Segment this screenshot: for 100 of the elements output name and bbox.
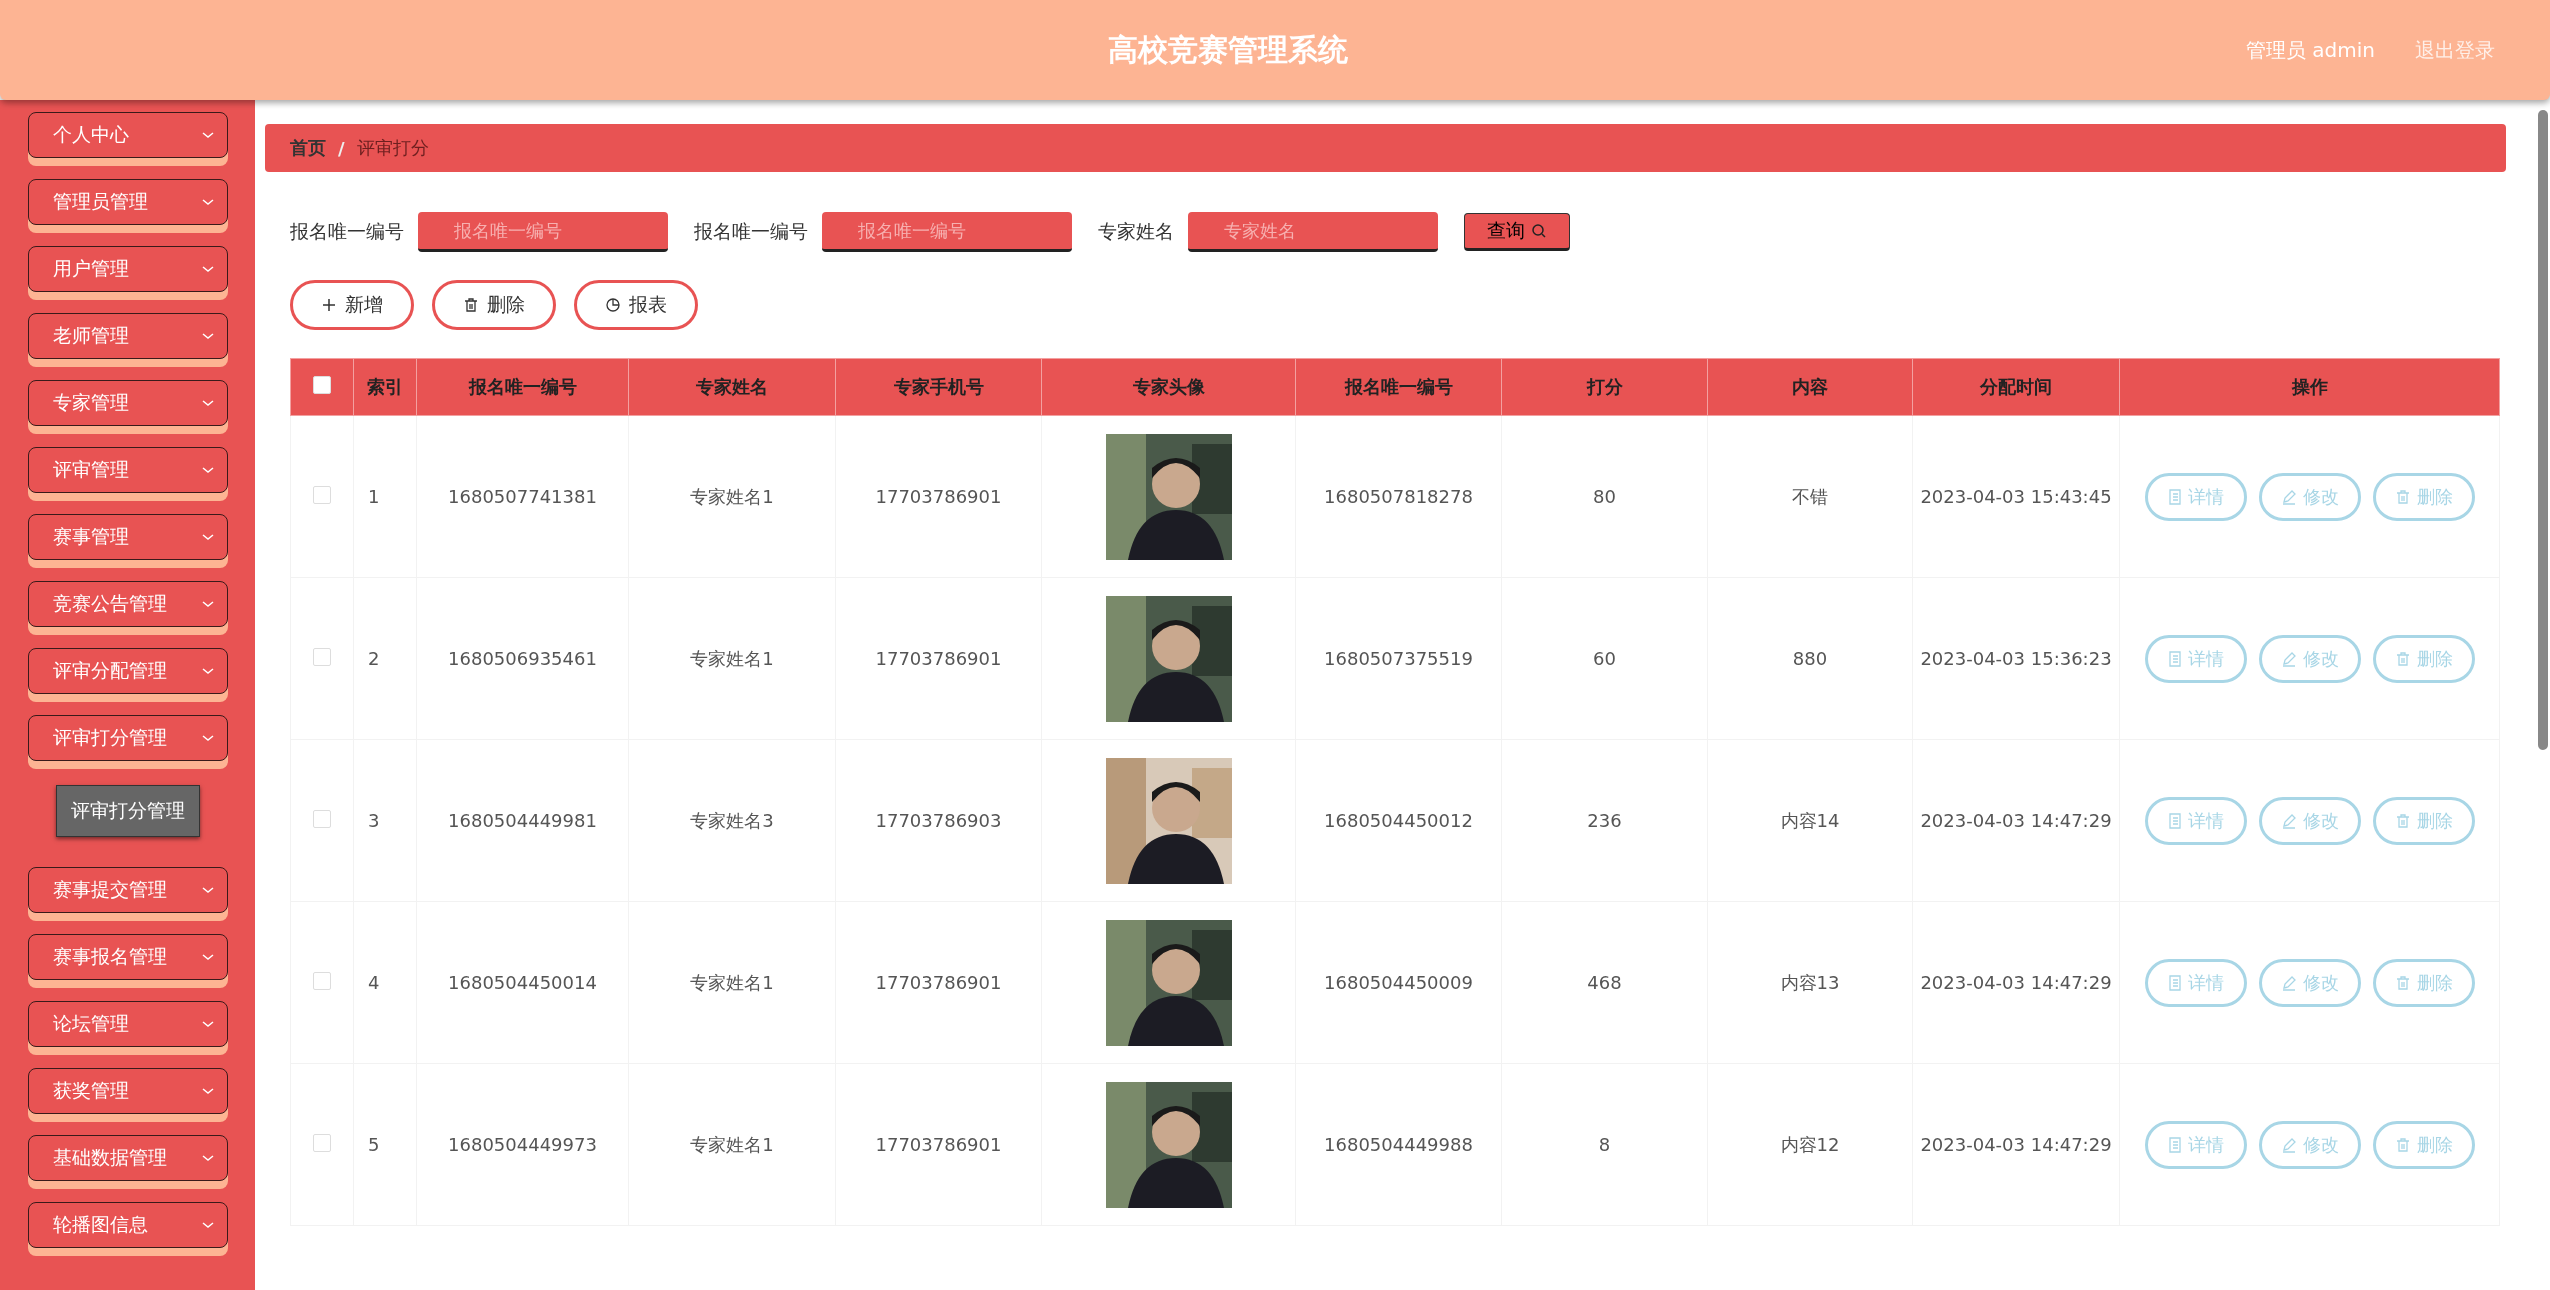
pencil-icon <box>2280 812 2297 829</box>
breadcrumb-current: 评审打分 <box>356 136 429 160</box>
table-cell: 2023-04-03 15:43:45 <box>1912 415 2120 578</box>
trash-icon <box>2394 1136 2411 1153</box>
table-cell: 2023-04-03 15:36:23 <box>1912 577 2120 740</box>
chevron-down-icon <box>200 398 215 408</box>
chevron-down-icon <box>200 331 215 341</box>
chevron-down-icon <box>200 1086 215 1096</box>
search-field[interactable]: 专家姓名 <box>1188 212 1438 252</box>
column-header: 内容 <box>1707 358 1913 416</box>
row-checkbox[interactable] <box>313 1133 331 1152</box>
select-all-checkbox[interactable] <box>313 376 331 394</box>
table-cell: 5 <box>353 1063 417 1226</box>
trash-icon <box>2394 488 2411 505</box>
table-cell: 1680507818278 <box>1295 415 1502 578</box>
breadcrumb-separator: / <box>338 137 345 159</box>
trash-icon <box>463 297 479 313</box>
table-cell: 80 <box>1501 415 1708 578</box>
search-field[interactable]: 报名唯一编号 <box>822 212 1072 252</box>
table-cell: 专家姓名1 <box>628 577 836 740</box>
document-icon <box>2167 1136 2182 1153</box>
add-button[interactable]: 新增 <box>290 280 414 330</box>
row-checkbox[interactable] <box>313 647 331 666</box>
table-cell: 专家姓名1 <box>628 1063 836 1226</box>
scrollbar-thumb[interactable] <box>2538 110 2548 750</box>
trash-icon <box>2394 650 2411 667</box>
table-cell: 1680504450012 <box>1295 739 1502 902</box>
chevron-down-icon <box>200 1153 215 1163</box>
report-button[interactable]: 报表 <box>574 280 698 330</box>
row-checkbox[interactable] <box>313 971 331 990</box>
chevron-down-icon <box>200 264 215 274</box>
table-cell: 2 <box>353 577 417 740</box>
row-checkbox[interactable] <box>313 485 331 504</box>
pie-chart-icon <box>605 297 621 313</box>
column-header: 专家头像 <box>1041 358 1296 416</box>
table-cell: 468 <box>1501 901 1708 1064</box>
column-header: 报名唯一编号 <box>416 358 629 416</box>
pencil-icon <box>2280 974 2297 991</box>
column-header: 打分 <box>1501 358 1708 416</box>
table-cell: 2023-04-03 14:47:29 <box>1912 1063 2120 1226</box>
table-cell: 专家姓名1 <box>628 415 836 578</box>
table-cell: 17703786901 <box>835 577 1042 740</box>
document-icon <box>2167 650 2182 667</box>
search-icon <box>1531 223 1547 239</box>
table-cell: 880 <box>1707 577 1913 740</box>
table-cell: 专家姓名1 <box>628 901 836 1064</box>
table-cell: 17703786901 <box>835 1063 1042 1226</box>
chevron-down-icon <box>200 666 215 676</box>
table-cell: 17703786901 <box>835 415 1042 578</box>
chevron-down-icon <box>200 952 215 962</box>
table-cell: 1680504450014 <box>416 901 629 1064</box>
chevron-down-icon <box>200 1019 215 1029</box>
table-cell: 2023-04-03 14:47:29 <box>1912 739 2120 902</box>
table-cell: 不错 <box>1707 415 1913 578</box>
pencil-icon <box>2280 650 2297 667</box>
table-cell: 1680504449981 <box>416 739 629 902</box>
trash-icon <box>2394 812 2411 829</box>
table-cell: 17703786901 <box>835 901 1042 1064</box>
table-cell: 1680504449973 <box>416 1063 629 1226</box>
field-label: 报名唯一编号 <box>694 219 808 244</box>
chevron-down-icon <box>200 197 215 207</box>
search-field[interactable]: 报名唯一编号 <box>418 212 668 252</box>
table-cell: 236 <box>1501 739 1708 902</box>
pencil-icon <box>2280 1136 2297 1153</box>
column-header: 索引 <box>353 358 417 416</box>
table-cell: 专家姓名3 <box>628 739 836 902</box>
table-cell: 4 <box>353 901 417 1064</box>
delete-button[interactable]: 删除 <box>432 280 556 330</box>
table-cell: 1680504450009 <box>1295 901 1502 1064</box>
table-cell: 17703786903 <box>835 739 1042 902</box>
column-header: 专家手机号 <box>835 358 1042 416</box>
document-icon <box>2167 812 2182 829</box>
user-label: 管理员 admin <box>2245 36 2375 64</box>
table-cell: 1680504449988 <box>1295 1063 1502 1226</box>
app-title: 高校竞赛管理系统 <box>1107 30 1349 69</box>
chevron-down-icon <box>200 885 215 895</box>
chevron-down-icon <box>200 1220 215 1230</box>
field-label: 专家姓名 <box>1098 219 1174 244</box>
table-cell: 内容14 <box>1707 739 1913 902</box>
column-header: 操作 <box>2119 358 2500 416</box>
chevron-down-icon <box>200 733 215 743</box>
column-header: 报名唯一编号 <box>1295 358 1502 416</box>
chevron-down-icon <box>200 532 215 542</box>
table-cell: 1 <box>353 415 417 578</box>
table-cell: 1680506935461 <box>416 577 629 740</box>
table-cell: 1680507741381 <box>416 415 629 578</box>
table-cell: 3 <box>353 739 417 902</box>
document-icon <box>2167 488 2182 505</box>
sidebar-submenu-item[interactable]: 评审打分管理 <box>55 785 200 837</box>
row-checkbox[interactable] <box>313 809 331 828</box>
table-cell: 内容12 <box>1707 1063 1913 1226</box>
table-cell: 2023-04-03 14:47:29 <box>1912 901 2120 1064</box>
breadcrumb-link[interactable]: 首页 <box>290 136 326 160</box>
column-header: 专家姓名 <box>628 358 836 416</box>
chevron-down-icon <box>200 599 215 609</box>
search-button[interactable]: 查询 <box>1464 213 1570 251</box>
field-label: 报名唯一编号 <box>290 219 404 244</box>
table-cell: 1680507375519 <box>1295 577 1502 740</box>
pencil-icon <box>2280 488 2297 505</box>
trash-icon <box>2394 974 2411 991</box>
